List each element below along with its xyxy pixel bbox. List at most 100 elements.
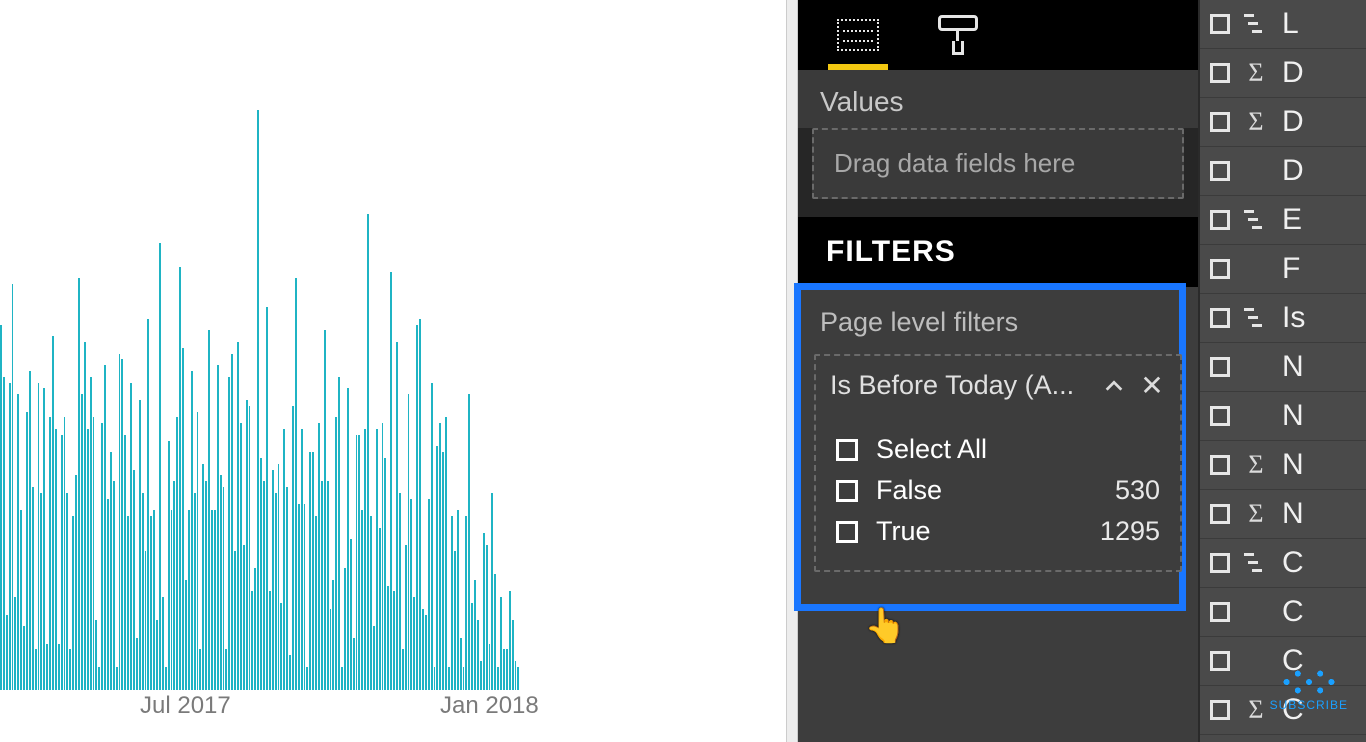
chart-bar [506,649,508,690]
chart-bar [318,423,320,690]
chart-bar [373,626,375,690]
field-row[interactable]: ΣN [1200,441,1366,490]
chart-bar [52,336,54,690]
chart-bar [205,481,207,690]
chart-bar [220,475,222,690]
filter-option-false[interactable]: False 530 [834,470,1162,511]
field-row[interactable]: N [1200,343,1366,392]
chart-bar [35,649,37,690]
checkbox-icon[interactable] [836,521,858,543]
hierarchy-icon [1242,208,1270,232]
chart-bar [347,388,349,690]
values-drop-well[interactable]: Drag data fields here [812,128,1184,199]
field-row[interactable]: Is [1200,294,1366,343]
chart-bar [497,667,499,690]
checkbox-icon[interactable] [1210,651,1230,671]
chart-bar [330,609,332,690]
values-section-label: Values [798,70,1198,128]
clear-filter-button[interactable]: ✕ [1138,372,1166,400]
chart-bar [272,470,274,690]
field-label: D [1282,56,1304,90]
checkbox-icon[interactable] [1210,210,1230,230]
field-label: C [1282,546,1304,580]
chart-bar [104,365,106,690]
field-row[interactable]: L [1200,0,1366,49]
chart-bar [12,284,14,690]
checkbox-icon[interactable] [1210,553,1230,573]
chart-bar [84,342,86,690]
chart-bar [457,510,459,690]
field-row[interactable]: D [1200,147,1366,196]
chart-bar [43,388,45,690]
chart-bar [257,110,259,690]
checkbox-icon[interactable] [1210,161,1230,181]
column-chart[interactable]: Jul 2017 Jan 2018 [0,0,760,742]
sigma-icon: Σ [1242,502,1270,526]
filter-option-true[interactable]: True 1295 [834,511,1162,552]
field-row[interactable]: E [1200,196,1366,245]
field-row[interactable]: N [1200,392,1366,441]
chart-bar [249,406,251,690]
chart-bar [211,510,213,690]
chart-bar [55,429,57,690]
dna-icon [1281,668,1337,696]
chart-bar [442,452,444,690]
checkbox-icon[interactable] [1210,700,1230,720]
collapse-button[interactable] [1100,372,1128,400]
chart-bar [182,348,184,690]
chart-bar [463,667,465,690]
checkbox-icon[interactable] [836,480,858,502]
checkbox-icon[interactable] [836,439,858,461]
checkbox-icon[interactable] [1210,308,1230,328]
filter-option-select-all[interactable]: Select All [834,429,1162,470]
field-row[interactable]: C [1200,539,1366,588]
chart-bar [156,620,158,690]
checkbox-icon[interactable] [1210,504,1230,524]
chart-bar [399,493,401,690]
field-row[interactable]: ΣD [1200,98,1366,147]
checkbox-icon[interactable] [1210,14,1230,34]
chart-bar [263,481,265,690]
chart-bar [142,493,144,690]
chart-bar [217,365,219,690]
tab-format[interactable] [928,10,988,70]
chart-bar [448,667,450,690]
chart-bar [173,481,175,690]
sigma-icon: Σ [1242,61,1270,85]
sigma-icon: Σ [1242,110,1270,134]
chart-bar [434,667,436,690]
checkbox-icon[interactable] [1210,112,1230,132]
chart-bar [6,615,8,690]
field-row[interactable]: ΣN [1200,490,1366,539]
filter-card-is-before-today[interactable]: Is Before Today (A... ✕ Select All False [814,354,1182,572]
fields-panel: LΣDΣDDEFIsNNΣNΣNCCCΣC [1198,0,1366,742]
chart-bar [72,516,74,690]
field-row[interactable]: ΣD [1200,49,1366,98]
field-row[interactable]: F [1200,245,1366,294]
chart-bar [384,458,386,690]
chart-bar [460,638,462,690]
field-label: N [1282,399,1304,433]
checkbox-icon[interactable] [1210,406,1230,426]
checkbox-icon[interactable] [1210,63,1230,83]
chart-bar [194,493,196,690]
chart-bar [87,429,89,690]
chart-bar [367,214,369,690]
chart-bar [199,649,201,690]
checkbox-icon[interactable] [1210,455,1230,475]
checkbox-icon[interactable] [1210,602,1230,622]
checkbox-icon[interactable] [1210,259,1230,279]
chart-bar [335,417,337,690]
chart-bar [0,325,2,690]
report-canvas[interactable]: Jul 2017 Jan 2018 [0,0,786,742]
field-row[interactable]: C [1200,588,1366,637]
chart-bar [237,342,239,690]
watermark-subscribe: SUBSCRIBE [1270,668,1348,712]
tab-fields[interactable] [828,10,888,70]
checkbox-icon[interactable] [1210,357,1230,377]
chart-bar [436,446,438,690]
chart-bar [382,423,384,690]
chart-bar [225,649,227,690]
hierarchy-icon [1242,551,1270,575]
filter-option-label: True [876,516,1082,547]
